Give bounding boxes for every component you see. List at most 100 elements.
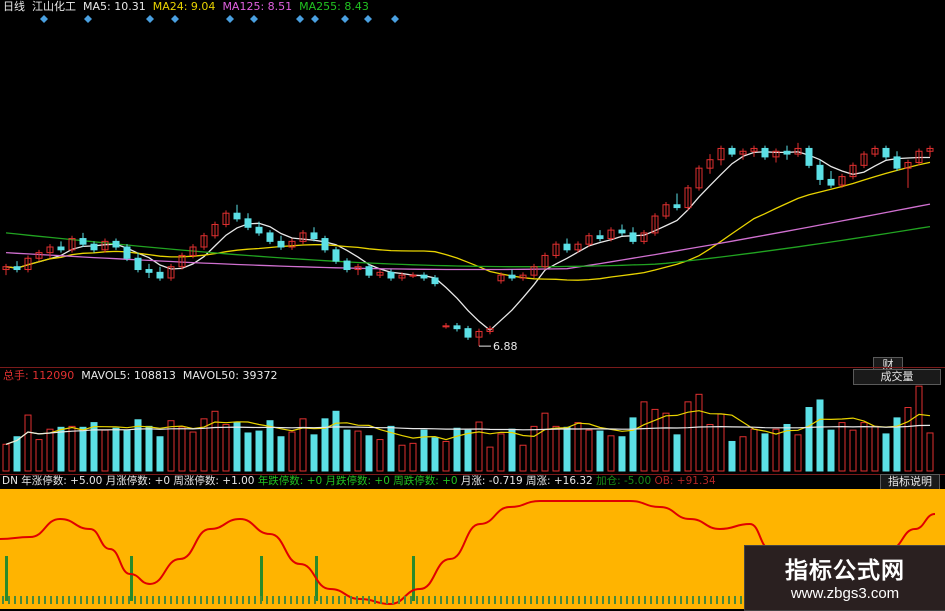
baseline-tick — [272, 596, 274, 604]
candle-body — [255, 226, 263, 234]
baseline-tick — [140, 596, 142, 604]
volume-bar — [46, 428, 54, 472]
baseline-tick — [194, 596, 196, 604]
baseline-tick — [476, 596, 478, 604]
volume-bar — [607, 435, 615, 472]
volume-bar — [464, 429, 472, 472]
volume-bar — [871, 425, 879, 472]
ma24-line — [5, 161, 931, 281]
baseline-tick — [266, 596, 268, 604]
ma5-line — [5, 151, 930, 332]
oscillator-signal-bar — [130, 556, 133, 601]
baseline-tick — [596, 596, 598, 604]
volume-bar — [926, 432, 934, 472]
baseline-tick — [302, 596, 304, 604]
baseline-tick — [638, 596, 640, 604]
volume-bar — [409, 442, 417, 472]
volume-bar — [233, 422, 241, 472]
baseline-tick — [710, 596, 712, 604]
candle-body — [728, 147, 736, 155]
baseline-tick — [446, 596, 448, 604]
baseline-tick — [536, 596, 538, 604]
candle-body — [783, 150, 791, 155]
signal-marker — [146, 15, 154, 23]
volume-bar — [13, 436, 21, 472]
volume-bar — [552, 425, 560, 472]
volume-bar — [343, 429, 351, 472]
baseline-tick — [494, 596, 496, 604]
candle-body — [882, 147, 890, 158]
baseline-tick — [620, 596, 622, 604]
candle-body — [827, 178, 835, 186]
mavol5-value: MAVOL5: 108813 — [81, 369, 176, 382]
panel-divider-top — [0, 367, 945, 368]
signal-marker — [84, 15, 92, 23]
baseline-tick — [656, 596, 658, 604]
baseline-tick — [128, 596, 130, 604]
baseline-tick — [674, 596, 676, 604]
volume-bar — [563, 426, 571, 472]
volume-bar — [673, 434, 681, 472]
baseline-tick — [206, 596, 208, 604]
candle-body — [343, 260, 351, 271]
volume-bar — [761, 433, 769, 472]
baseline-tick — [356, 596, 358, 604]
price-chart[interactable]: 6.88 — [0, 12, 945, 367]
candle-body — [112, 240, 120, 248]
week-change: 周涨: +16.32 — [526, 475, 593, 487]
candle-body — [805, 147, 813, 166]
baseline-tick — [704, 596, 706, 604]
volume-chart[interactable] — [0, 383, 945, 475]
baseline-tick — [332, 596, 334, 604]
baseline-tick — [260, 596, 262, 604]
baseline-tick — [554, 596, 556, 604]
month-limit-up: 月涨停数: +0 — [105, 475, 171, 487]
volume-bar — [321, 418, 329, 472]
volume-bar — [849, 429, 857, 472]
signal-marker — [311, 15, 319, 23]
baseline-tick — [734, 596, 736, 604]
watermark-url: www.zbgs3.com — [790, 585, 900, 602]
candle-body — [618, 229, 626, 234]
volume-bar — [79, 426, 87, 472]
candle-body — [431, 277, 439, 285]
baseline-tick — [320, 596, 322, 604]
baseline-tick — [290, 596, 292, 604]
volume-bar — [431, 437, 439, 472]
baseline-tick — [470, 596, 472, 604]
baseline-tick — [62, 596, 64, 604]
volume-bar — [277, 436, 285, 472]
baseline-tick — [578, 596, 580, 604]
signal-marker — [226, 15, 234, 23]
baseline-tick — [56, 596, 58, 604]
oscillator-signal-bar — [412, 556, 415, 601]
baseline-tick — [650, 596, 652, 604]
candle-body — [420, 274, 428, 279]
week-limit-down: 周跌停数: +0 — [393, 475, 458, 487]
indicator-help-button[interactable]: 指标说明 — [880, 474, 940, 490]
volume-bar — [772, 428, 780, 472]
volume-bar — [68, 425, 76, 472]
volume-bar — [750, 428, 758, 472]
month-limit-down: 月跌停数: +0 — [325, 475, 390, 487]
oscillator-signal-bar — [260, 556, 263, 601]
baseline-tick — [44, 596, 46, 604]
baseline-tick — [488, 596, 490, 604]
baseline-tick — [212, 596, 214, 604]
baseline-tick — [296, 596, 298, 604]
volume-bar — [101, 429, 109, 472]
baseline-tick — [452, 596, 454, 604]
candle-body — [332, 249, 340, 262]
baseline-tick — [308, 596, 310, 604]
candle-body — [145, 269, 153, 273]
volume-bar — [640, 401, 648, 472]
baseline-tick — [644, 596, 646, 604]
baseline-tick — [314, 596, 316, 604]
baseline-tick — [722, 596, 724, 604]
baseline-tick — [692, 596, 694, 604]
candle-body — [673, 204, 681, 209]
volume-bar — [178, 426, 186, 472]
oscillator-signal-bar — [5, 556, 8, 601]
baseline-tick — [548, 596, 550, 604]
baseline-tick — [218, 596, 220, 604]
